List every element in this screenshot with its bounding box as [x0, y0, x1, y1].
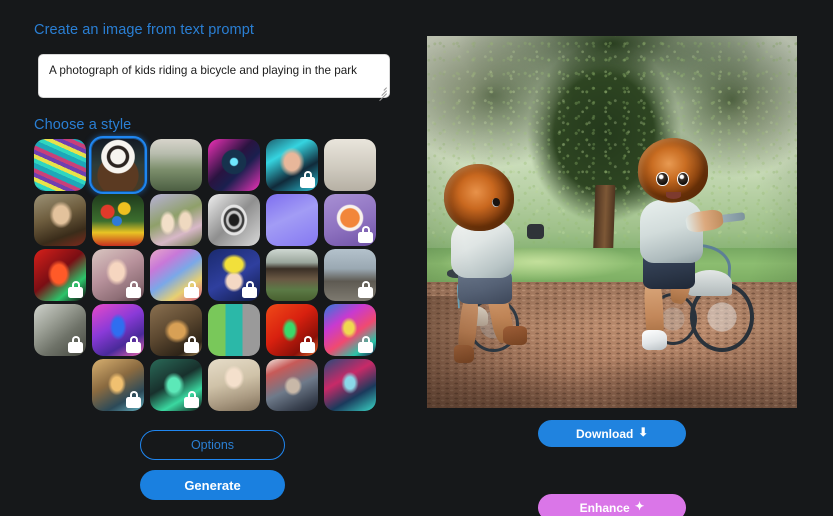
style-tile-cute-fox-plush[interactable]: [324, 194, 376, 246]
style-tile-grey-texture-abstract[interactable]: [34, 304, 86, 356]
style-row: [34, 194, 394, 249]
style-thumbnail: [34, 249, 86, 301]
style-tile-vivid-red-abstract[interactable]: [266, 304, 318, 356]
enhance-button[interactable]: Enhance ✦: [538, 494, 686, 516]
style-tile-classical-oil-portrait[interactable]: [208, 359, 260, 411]
image-left-child-shoe-back: [453, 344, 474, 364]
style-thumbnail: [92, 139, 144, 191]
style-tile-floral-still-life[interactable]: [92, 194, 144, 246]
style-thumbnail: [92, 249, 144, 301]
image-left-child-eye: [492, 198, 500, 208]
style-tile-soft-pastel-portrait[interactable]: [92, 249, 144, 301]
style-tile-cyan-portrait[interactable]: [266, 139, 318, 191]
style-thumbnail: [150, 249, 202, 301]
style-row: [34, 304, 394, 359]
style-thumbnail: [266, 139, 318, 191]
style-thumbnail: [34, 139, 86, 191]
style-section-title: Choose a style: [34, 117, 132, 133]
style-tile-psychedelic-portrait[interactable]: [324, 304, 376, 356]
image-right-child-shoe: [641, 329, 668, 351]
style-thumbnail: [208, 304, 260, 356]
generate-button[interactable]: Generate: [140, 470, 285, 500]
style-thumbnail: [208, 194, 260, 246]
style-thumbnail: [324, 139, 376, 191]
sparkle-icon: ✦: [634, 500, 645, 513]
style-thumbnail: [324, 304, 376, 356]
style-tile-teal-glow-abstract[interactable]: [150, 359, 202, 411]
style-thumbnail: [92, 194, 144, 246]
style-tile-golden-fantasy-figure[interactable]: [92, 359, 144, 411]
style-tile-neon-gradient-figure[interactable]: [92, 304, 144, 356]
options-button[interactable]: Options: [140, 430, 285, 460]
style-tile-muted-landscape[interactable]: [324, 249, 376, 301]
style-row: [34, 359, 394, 414]
style-thumbnail: [208, 359, 260, 411]
style-tile-misty-forest[interactable]: [150, 139, 202, 191]
style-tile-watercolor-soldier[interactable]: [266, 359, 318, 411]
prompt-textarea[interactable]: [38, 54, 390, 98]
style-tile-red-infrared-portrait[interactable]: [34, 249, 86, 301]
generated-image[interactable]: [427, 36, 797, 408]
style-thumbnail: [92, 359, 144, 411]
style-tile-isometric-laptop[interactable]: [266, 194, 318, 246]
style-tile-sepia-blur-abstract[interactable]: [150, 304, 202, 356]
download-button[interactable]: Download ⬇: [538, 420, 686, 447]
style-thumbnail: [150, 359, 202, 411]
style-tile-impressionist-ballet[interactable]: [150, 194, 202, 246]
style-thumbnail: [324, 359, 376, 411]
style-thumbnail: [208, 139, 260, 191]
download-arrow-icon: ⬇: [638, 426, 648, 439]
style-tile-vintage-engraving[interactable]: [324, 139, 376, 191]
style-grid: [34, 136, 394, 414]
style-thumbnail: [266, 249, 318, 301]
style-tile-pop-art-portrait[interactable]: [208, 249, 260, 301]
style-row: [34, 136, 394, 194]
enhance-button-label: Enhance: [579, 500, 630, 515]
image-left-child-hand: [526, 223, 544, 239]
style-thumbnail: [150, 139, 202, 191]
style-tile-abstract-colorful[interactable]: [34, 139, 86, 191]
image-left-child-shoe-front: [502, 326, 527, 345]
style-thumbnail: [34, 194, 86, 246]
style-thumbnail: [266, 359, 318, 411]
prompt-input-wrapper: [38, 54, 390, 102]
style-row: [34, 249, 394, 304]
image-left-child-afro-hair: [443, 164, 514, 232]
page-title: Create an image from text prompt: [34, 22, 254, 38]
image-right-child-eye-left: [656, 171, 669, 187]
style-thumbnail: [266, 304, 318, 356]
style-thumbnail: [324, 194, 376, 246]
prompt-panel: Create an image from text prompt Choose …: [34, 0, 394, 516]
style-tile-neon-mech-robot[interactable]: [208, 139, 260, 191]
style-thumbnail: [266, 194, 318, 246]
style-tile-monochrome-sculpture[interactable]: [208, 194, 260, 246]
style-tile-rainbow-abstract[interactable]: [150, 249, 202, 301]
style-tile-modern-architecture[interactable]: [266, 249, 318, 301]
style-thumbnail: [150, 304, 202, 356]
style-thumbnail: [150, 194, 202, 246]
style-thumbnail: [208, 249, 260, 301]
style-thumbnail: [34, 304, 86, 356]
style-tile-fantasy-elf-portrait[interactable]: [324, 359, 376, 411]
result-panel: Download ⬇ Enhance ✦: [427, 36, 797, 516]
style-thumbnail: [92, 304, 144, 356]
download-button-label: Download: [576, 426, 634, 441]
style-tile-renaissance-portrait[interactable]: [34, 194, 86, 246]
style-tile-panda-3d-render[interactable]: [89, 136, 147, 194]
style-thumbnail: [324, 249, 376, 301]
style-tile-icon-grid-flat[interactable]: [208, 304, 260, 356]
